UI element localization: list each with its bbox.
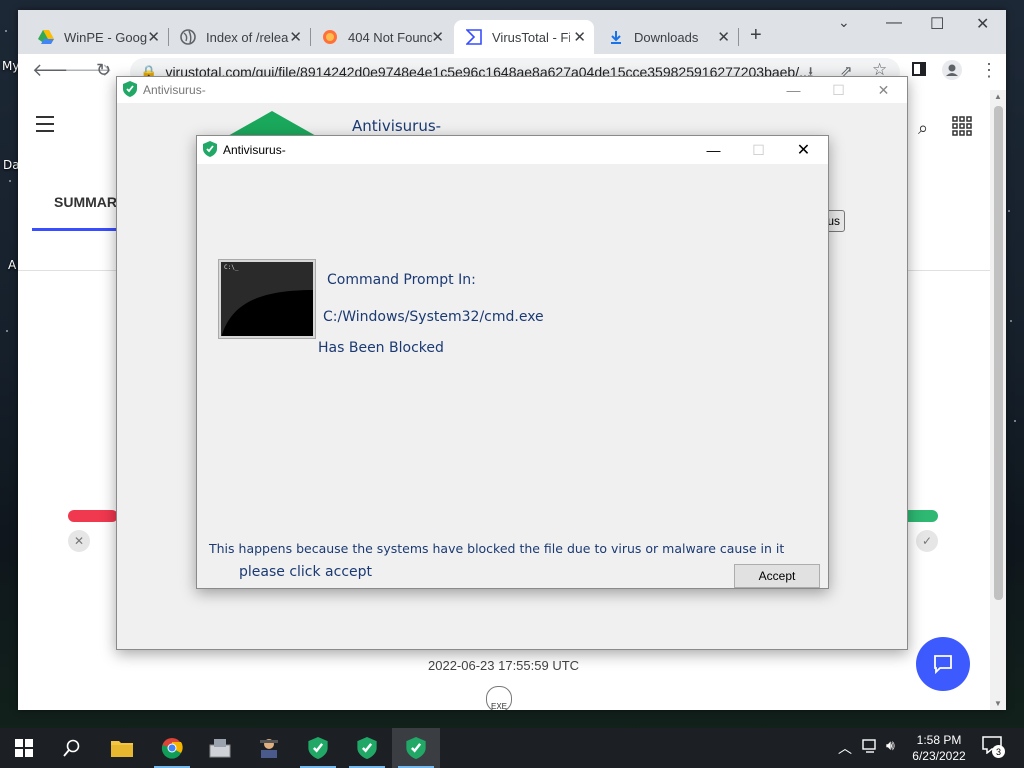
user-tool-icon [260,739,278,758]
volume-icon[interactable]: 🔊︎ [886,737,895,754]
new-tab-button[interactable]: + [750,24,762,47]
shield-check-icon [203,140,217,160]
desktop-icon-label[interactable]: My [2,59,19,73]
app-heading: Antivisurus- [352,117,442,135]
analysis-timestamp: 2022-06-23 17:55:59 UTC [428,658,580,673]
firefox-icon [322,29,338,45]
disk-utility-icon [209,739,231,758]
search-icon[interactable]: ⌕ [918,118,928,139]
tab-close-icon[interactable]: ✕ [147,28,160,46]
show-hidden-icons-icon[interactable]: ︿ [838,738,852,758]
antivirus-blocked-dialog: Antivisurus- — ☐ ✕ C:\_ Command Prompt I… [196,135,829,589]
globe-icon [180,29,196,45]
folder-icon [111,741,133,757]
tab-index[interactable]: Index of /relea ✕ [168,20,310,54]
tab-close-icon[interactable]: ✕ [289,28,302,46]
close-icon[interactable]: ✕ [861,77,906,103]
menu-kebab-icon[interactable]: ⋮ [980,60,998,81]
windows-logo-icon [15,739,33,757]
shield-check-icon [308,737,328,759]
apps-grid-icon[interactable] [952,116,972,141]
taskbar: ︿ 🔊︎ 1:58 PM 6/23/2022 3 [0,728,1024,768]
title-bar: Antivisurus- — ☐ ✕ [197,136,828,164]
google-drive-icon [38,29,54,45]
hamburger-menu-icon[interactable] [36,116,54,132]
file-explorer-button[interactable] [98,728,146,768]
title-bar: Antivisurus- — ☐ ✕ [117,77,907,103]
tab-404[interactable]: 404 Not Found ✕ [310,20,452,54]
tab-close-icon[interactable]: ✕ [431,28,444,46]
antivirus-taskbar-button[interactable] [294,728,342,768]
shield-check-icon [357,737,377,759]
minimize-icon[interactable]: — [691,136,736,164]
chrome-taskbar-button[interactable] [148,728,196,768]
clock[interactable]: 1:58 PM 6/23/2022 [908,732,970,764]
maximize-icon[interactable]: ☐ [736,136,781,164]
app-taskbar-button[interactable] [245,728,293,768]
blocked-path: C:/Windows/System32/cmd.exe [323,309,544,325]
profile-avatar-icon[interactable] [942,60,962,85]
tab-downloads[interactable]: Downloads ✕ [596,20,738,54]
notification-center-icon[interactable]: 3 [982,736,1005,759]
app-taskbar-button[interactable] [196,728,244,768]
minimize-icon[interactable]: — [771,77,816,103]
chat-icon [934,655,952,675]
antivirus-logo [219,111,325,135]
tab-virustotal[interactable]: VirusTotal - Fil ✕ [454,20,594,54]
close-circle-icon[interactable]: ✕ [68,530,90,552]
scroll-up-icon[interactable]: ▲ [994,92,1002,101]
blocked-line-1: Command Prompt In: [327,272,476,288]
tab-summary[interactable]: SUMMAR [54,194,117,210]
tab-close-icon[interactable]: ✕ [573,28,586,46]
scroll-thumb[interactable] [994,106,1003,600]
download-icon [608,29,624,45]
desktop-icon-label[interactable]: A [8,258,16,272]
reload-icon[interactable]: ↻ [96,60,111,81]
footer-explanation: This happens because the systems have bl… [209,541,785,556]
cmd-thumbnail: C:\_ [218,259,316,339]
notification-badge: 3 [992,745,1005,758]
check-circle-icon[interactable]: ✓ [916,530,938,552]
blocked-line-3: Has Been Blocked [318,340,444,356]
close-icon[interactable]: ✕ [976,14,989,34]
tab-winpe[interactable]: WinPE - Goog ✕ [26,20,168,54]
search-icon [63,739,80,757]
tab-close-icon[interactable]: ✕ [717,28,730,46]
minimize-icon[interactable]: — [886,14,902,32]
antivirus-taskbar-button[interactable] [343,728,391,768]
maximize-icon[interactable]: ☐ [930,14,944,34]
exe-file-icon: EXE [486,686,512,710]
network-icon[interactable] [862,738,880,759]
scroll-down-icon[interactable]: ▼ [994,699,1002,708]
tab-search-icon[interactable]: ⌄ [838,14,850,31]
close-icon[interactable]: ✕ [781,136,826,164]
accept-button[interactable]: Accept [734,564,820,588]
maximize-icon[interactable]: ☐ [816,77,861,103]
shield-check-icon [406,737,426,759]
search-button[interactable] [48,728,96,768]
virustotal-icon [466,29,482,45]
antivirus-taskbar-button-active[interactable] [392,728,440,768]
start-button[interactable] [0,728,48,768]
page-scrollbar[interactable]: ▲ ▼ [990,90,1006,710]
tab-strip: WinPE - Goog ✕ Index of /relea ✕ 404 Not… [18,10,1006,54]
instruction-text: please click accept [239,564,373,580]
tab-underline [32,228,116,231]
chrome-icon [161,738,183,759]
sidepanel-icon[interactable] [912,60,926,81]
shield-check-icon [123,80,137,100]
chat-button[interactable] [916,637,970,691]
detection-bar-red [68,510,118,522]
